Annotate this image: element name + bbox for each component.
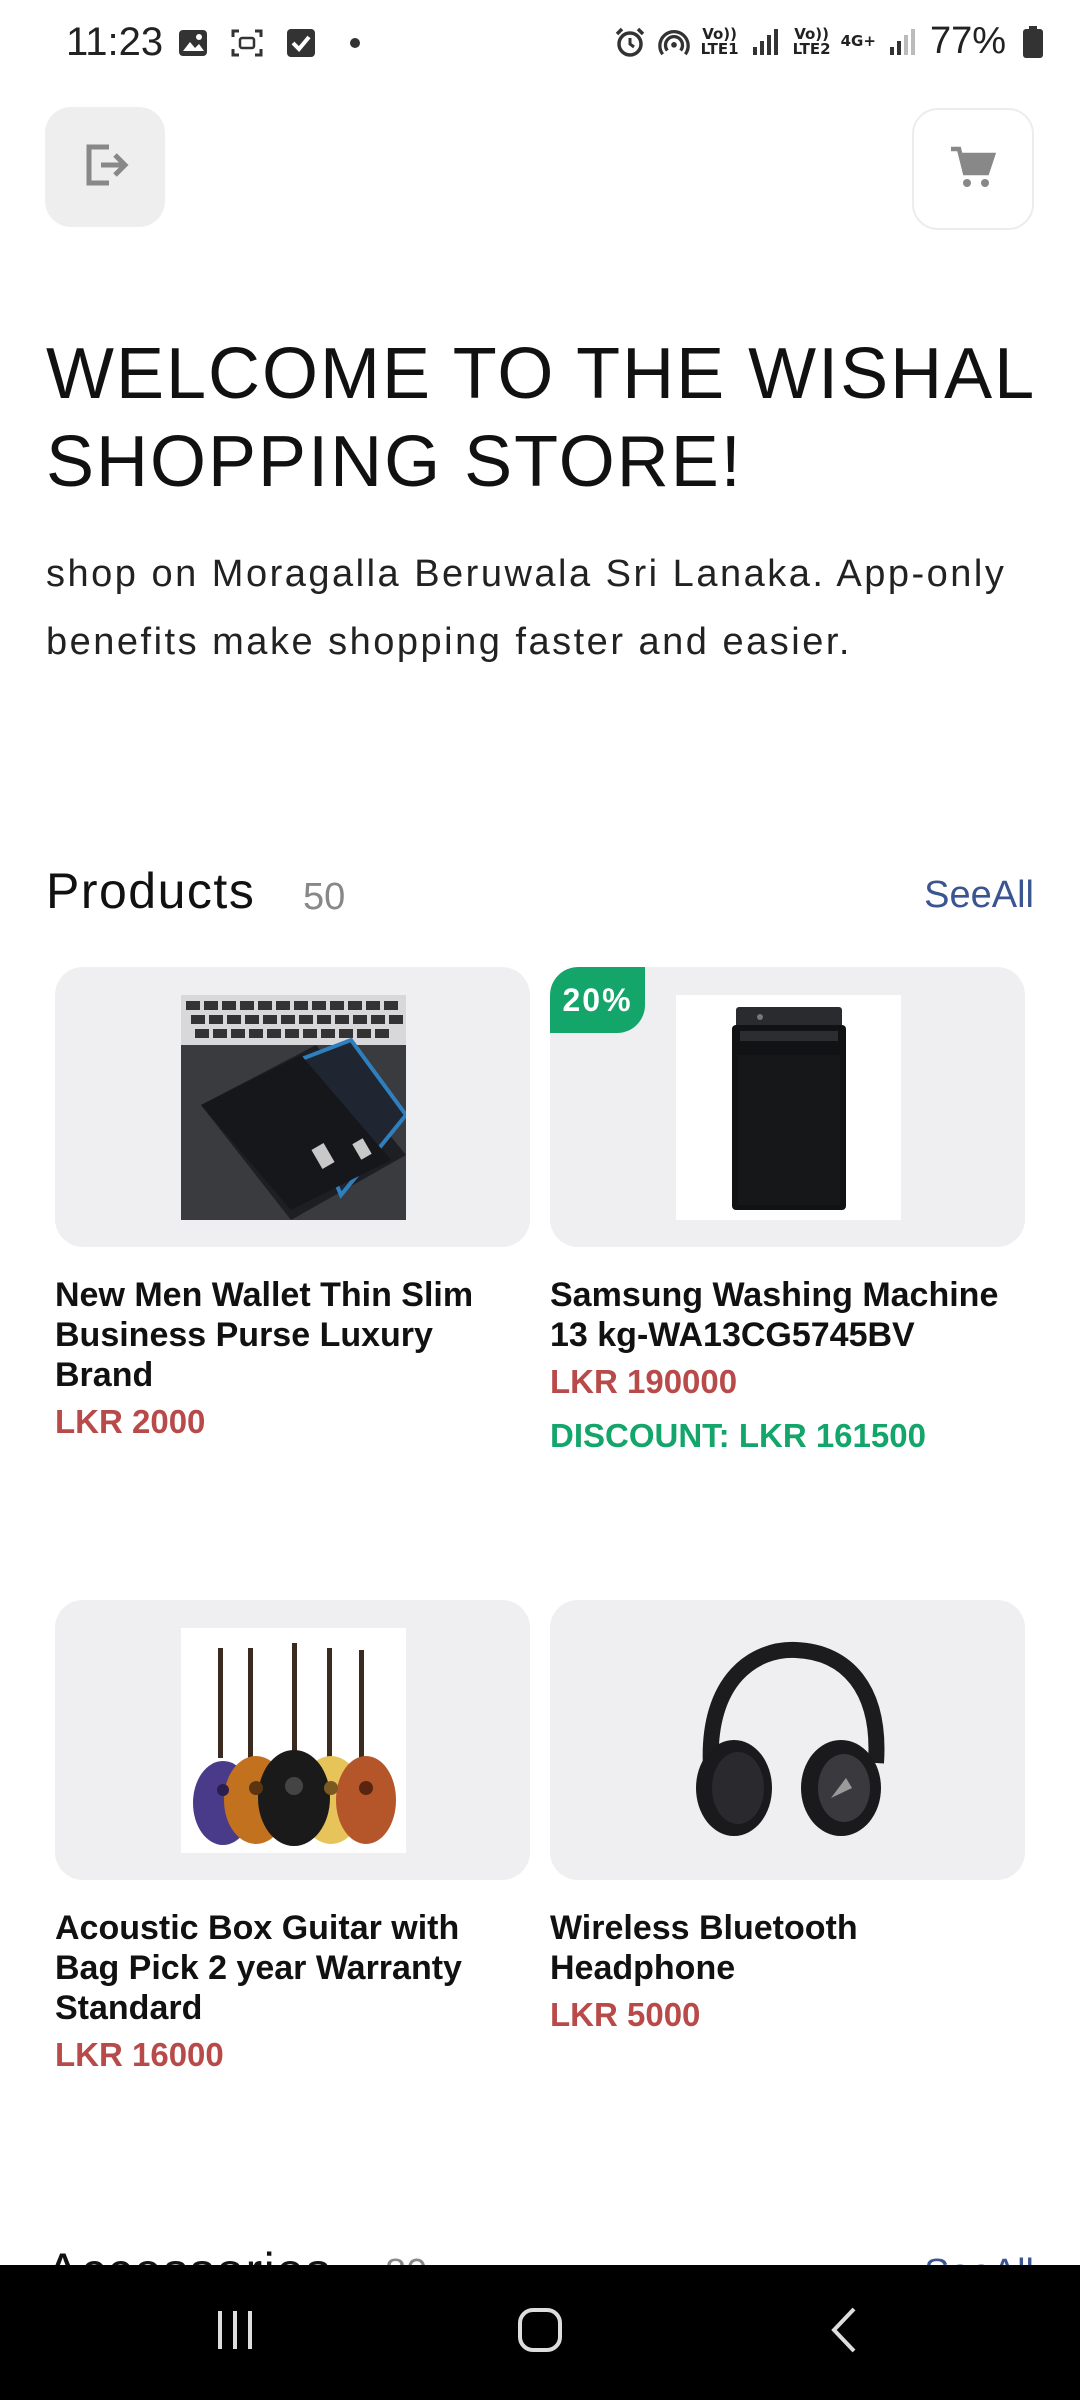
product-image-container xyxy=(55,1600,530,1880)
product-image-container: 20% xyxy=(550,967,1025,1247)
guitar-product-image xyxy=(181,1628,406,1853)
signal-strength-sim1-icon xyxy=(749,25,783,59)
recent-apps-icon xyxy=(210,2305,260,2360)
battery-percentage: 77% xyxy=(929,20,1006,62)
product-image-container xyxy=(55,967,530,1247)
welcome-subtitle: shop on Moragalla Beruwala Sri Lanaka. A… xyxy=(46,553,1007,663)
accessories-count: 80 xyxy=(385,2252,427,2265)
discount-badge: 20% xyxy=(550,967,645,1033)
sim2-network-label: Vo)) LTE2 xyxy=(792,24,831,58)
sim1-network-label: Vo)) LTE1 xyxy=(700,24,739,58)
checkbox-icon xyxy=(284,26,318,60)
battery-icon xyxy=(1016,25,1050,59)
cart-button[interactable] xyxy=(912,108,1034,230)
product-card-washing-machine[interactable]: 20% Samsung Washing Machine 13 kg-WA13CG… xyxy=(550,967,1025,1455)
home-icon xyxy=(515,2305,565,2360)
cart-icon xyxy=(949,143,997,196)
headphone-product-image xyxy=(676,1628,901,1853)
product-title: New Men Wallet Thin Slim Business Purse … xyxy=(55,1276,474,1394)
status-bar: 11:23 Vo)) LTE1 Vo)) LTE2 4G+ 77% xyxy=(0,0,1080,90)
product-price: LKR 2000 xyxy=(55,1403,206,1440)
wallet-product-image xyxy=(181,995,409,1220)
washing-machine-product-image xyxy=(676,995,901,1220)
product-price: LKR 16000 xyxy=(55,2036,224,2073)
system-navigation-bar xyxy=(0,2265,1080,2400)
products-see-all-link[interactable]: SeeAll xyxy=(924,874,1034,917)
accessories-section-header: Accessories 80 SeeAll xyxy=(0,2230,1080,2265)
product-image-container xyxy=(550,1600,1025,1880)
system-status-icons: Vo)) LTE1 Vo)) LTE2 4G+ 77% xyxy=(613,20,1050,63)
hotspot-icon xyxy=(657,25,691,59)
welcome-title: WELCOME TO THE WISHAL SHOPPING STORE! xyxy=(46,334,1034,502)
product-card-wallet[interactable]: New Men Wallet Thin Slim Business Purse … xyxy=(55,967,530,1441)
back-button[interactable] xyxy=(790,2285,900,2380)
product-title: Samsung Washing Machine 13 kg-WA13CG5745… xyxy=(550,1276,999,1354)
screenshot-icon xyxy=(230,26,264,60)
product-discount-price: DISCOUNT: LKR 161500 xyxy=(550,1417,926,1454)
notification-icons xyxy=(176,26,372,60)
products-count: 50 xyxy=(303,876,346,918)
mobile-data-label: 4G+ xyxy=(840,32,876,50)
home-button[interactable] xyxy=(485,2285,595,2380)
signal-strength-sim2-icon xyxy=(886,25,920,59)
status-time: 11:23 xyxy=(66,20,164,64)
gallery-icon xyxy=(176,26,210,60)
more-notifications-dot-icon xyxy=(338,26,372,60)
product-price: LKR 5000 xyxy=(550,1996,701,2033)
recent-apps-button[interactable] xyxy=(180,2285,290,2380)
accessories-see-all-link[interactable]: SeeAll xyxy=(924,2252,1034,2265)
product-title: Wireless Bluetooth Headphone xyxy=(550,1909,858,1987)
accessories-section-title: Accessories xyxy=(46,2242,332,2265)
products-section-title: Products xyxy=(46,863,256,919)
product-price: LKR 190000 xyxy=(550,1363,738,1400)
logout-icon xyxy=(79,139,131,196)
product-title: Acoustic Box Guitar with Bag Pick 2 year… xyxy=(55,1909,462,2027)
back-icon xyxy=(820,2305,870,2360)
alarm-icon xyxy=(613,25,647,59)
product-card-headphone[interactable]: Wireless Bluetooth Headphone LKR 5000 xyxy=(550,1600,1025,2034)
product-card-guitar[interactable]: Acoustic Box Guitar with Bag Pick 2 year… xyxy=(55,1600,530,2074)
logout-button[interactable] xyxy=(45,107,165,227)
